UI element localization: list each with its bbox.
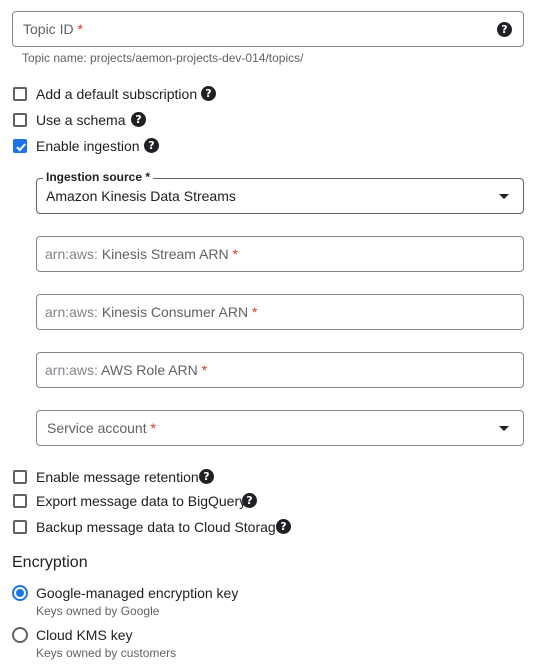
kinesis-stream-arn-placeholder: arn:aws: Kinesis Stream ARN * (45, 246, 238, 262)
aws-role-arn-field[interactable]: arn:aws: AWS Role ARN * (36, 352, 524, 388)
encryption-heading: Encryption (12, 554, 88, 571)
checkmark-icon (16, 143, 26, 152)
backup-cloud-storage-help-icon[interactable]: ? (276, 519, 291, 534)
use-schema-checkbox[interactable] (13, 113, 27, 127)
service-account-placeholder: Service account * (47, 420, 156, 436)
backup-cloud-storage-label: Backup message data to Cloud Storage (36, 519, 284, 535)
export-bigquery-checkbox[interactable] (13, 494, 27, 508)
kinesis-stream-arn-field[interactable]: arn:aws: Kinesis Stream ARN * (36, 236, 524, 272)
message-retention-label: Enable message retention (36, 469, 199, 485)
kinesis-consumer-arn-placeholder: arn:aws: Kinesis Consumer ARN * (45, 304, 258, 320)
kinesis-consumer-arn-field[interactable]: arn:aws: Kinesis Consumer ARN * (36, 294, 524, 330)
google-managed-key-label: Google-managed encryption key (36, 585, 239, 601)
enable-ingestion-checkbox[interactable] (13, 139, 27, 153)
topic-id-help-icon[interactable]: ? (497, 22, 512, 37)
chevron-down-icon (499, 426, 509, 431)
cloud-kms-key-description: Keys owned by customers (36, 646, 177, 660)
export-bigquery-label: Export message data to BigQuery (36, 493, 247, 509)
default-subscription-label: Add a default subscription (36, 86, 198, 102)
service-account-select[interactable]: Service account * (36, 410, 524, 446)
message-retention-checkbox[interactable] (13, 470, 27, 484)
backup-cloud-storage-checkbox[interactable] (13, 520, 27, 534)
topic-name-hint: Topic name: projects/aemon-projects-dev-… (22, 51, 304, 65)
use-schema-help-icon[interactable]: ? (131, 112, 146, 127)
use-schema-label: Use a schema (36, 112, 126, 128)
chevron-down-icon (499, 194, 509, 199)
message-retention-help-icon[interactable]: ? (199, 469, 214, 484)
google-managed-key-description: Keys owned by Google (36, 604, 160, 618)
export-bigquery-help-icon[interactable]: ? (242, 493, 257, 508)
topic-id-placeholder: Topic ID * (23, 21, 83, 37)
ingestion-source-label: Ingestion source * (43, 170, 154, 184)
google-managed-key-radio[interactable] (12, 585, 28, 601)
default-subscription-help-icon[interactable]: ? (201, 86, 216, 101)
enable-ingestion-label: Enable ingestion (36, 138, 140, 154)
aws-role-arn-placeholder: arn:aws: AWS Role ARN * (45, 362, 208, 378)
default-subscription-checkbox[interactable] (13, 87, 27, 101)
topic-id-field[interactable]: Topic ID * ? (12, 11, 524, 47)
ingestion-source-value: Amazon Kinesis Data Streams (46, 188, 236, 204)
cloud-kms-key-radio[interactable] (12, 627, 28, 643)
enable-ingestion-help-icon[interactable]: ? (144, 138, 159, 153)
cloud-kms-key-label: Cloud KMS key (36, 627, 133, 643)
